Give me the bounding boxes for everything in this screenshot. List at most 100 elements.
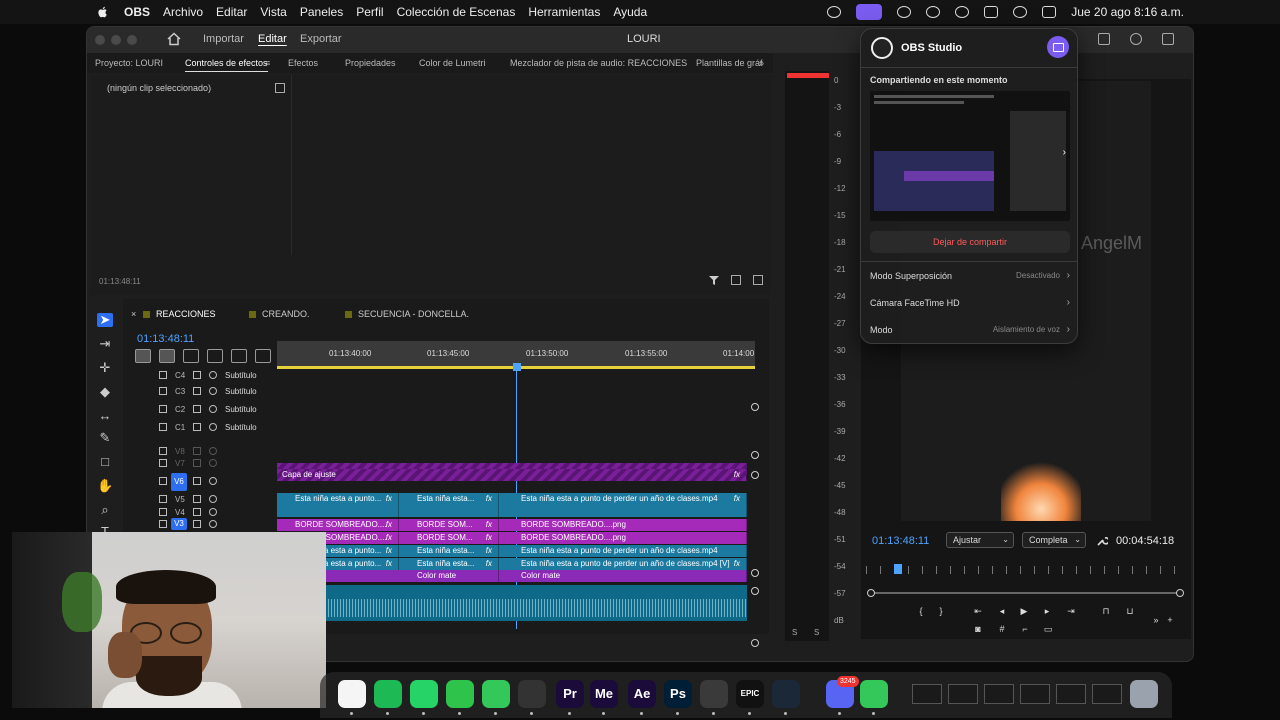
menu-editar[interactable]: Editar <box>216 5 247 19</box>
playhead-handle[interactable] <box>513 363 521 371</box>
sequence-tab-reacciones[interactable]: REACCIONES <box>143 309 216 319</box>
lock-icon[interactable] <box>159 387 167 395</box>
eye-icon[interactable] <box>209 423 217 431</box>
menu-vista[interactable]: Vista <box>260 5 286 19</box>
hand-tool-icon[interactable]: ✋ <box>97 479 113 493</box>
lock-icon[interactable] <box>159 495 167 503</box>
scroll-knob[interactable] <box>751 403 759 411</box>
minimized-window[interactable] <box>1056 684 1086 704</box>
facetime-icon[interactable] <box>446 680 474 708</box>
tab-mezclador-audio[interactable]: Mezclador de pista de audio: REACCIONES <box>510 58 687 68</box>
track-header-c4[interactable]: C4 Subtítulo <box>123 369 257 383</box>
phone-icon[interactable] <box>860 680 888 708</box>
media-encoder-icon[interactable]: Me <box>590 680 618 708</box>
mode-importar[interactable]: Importar <box>203 33 244 45</box>
display-icon[interactable] <box>897 6 912 18</box>
clip-adjustment-layer[interactable]: Capa de ajuste fx <box>277 469 747 481</box>
zoom-handle-left[interactable] <box>867 589 875 597</box>
lock-icon[interactable] <box>159 508 167 516</box>
clip-v1-b[interactable]: Color mate <box>399 570 499 582</box>
track-header-v7[interactable]: V7 <box>123 457 238 471</box>
clip-v2-b[interactable]: Esta niña esta... fx <box>399 558 499 570</box>
wrench-icon[interactable] <box>1096 535 1108 547</box>
eye-icon[interactable] <box>209 371 217 379</box>
add-button-icon[interactable]: + <box>1164 614 1176 626</box>
clip-v5-a[interactable]: BORDE SOMBREADO.... fx <box>277 519 399 531</box>
sync-lock-icon[interactable] <box>193 459 201 467</box>
clip-v3-b[interactable]: Esta niña esta... fx <box>399 545 499 557</box>
sync-lock-icon[interactable] <box>193 495 201 503</box>
close-sequence-icon[interactable]: × <box>131 309 136 319</box>
camera-row[interactable]: Cámara FaceTime HD › <box>870 297 1070 314</box>
epic-games-icon[interactable]: EPIC <box>736 680 764 708</box>
track-header-v5[interactable]: V5 <box>123 493 238 507</box>
timeline-settings-icon[interactable] <box>231 349 247 363</box>
lock-icon[interactable] <box>159 371 167 379</box>
rectangle-tool-icon[interactable]: □ <box>97 455 113 469</box>
track-header-c2[interactable]: C2 Subtítulo <box>123 403 257 417</box>
fullscreen-icon[interactable] <box>1162 33 1174 45</box>
tab-controles-efectos[interactable]: Controles de efectos <box>185 58 268 72</box>
stop-sharing-button[interactable]: Dejar de compartir <box>870 231 1070 253</box>
camera-icon[interactable]: ◙ <box>972 623 984 635</box>
lock-icon[interactable] <box>159 459 167 467</box>
minimized-window[interactable] <box>1092 684 1122 704</box>
captions-icon[interactable] <box>255 349 271 363</box>
menu-paneles[interactable]: Paneles <box>300 5 343 19</box>
sync-lock-icon[interactable] <box>193 477 201 485</box>
whatsapp-icon[interactable] <box>410 680 438 708</box>
menu-perfil[interactable]: Perfil <box>356 5 383 19</box>
tab-propiedades[interactable]: Propiedades <box>345 58 396 68</box>
program-zoom-scroll[interactable] <box>872 592 1180 594</box>
photoshop-icon[interactable]: Ps <box>664 680 692 708</box>
slip-tool-icon[interactable]: ↔ <box>97 409 113 423</box>
battery-icon[interactable] <box>984 6 999 18</box>
control-center-icon[interactable] <box>1042 6 1057 18</box>
sync-lock-icon[interactable] <box>193 423 201 431</box>
tab-efectos[interactable]: Efectos <box>288 58 318 68</box>
obs-icon[interactable] <box>518 680 546 708</box>
menu-archivo[interactable]: Archivo <box>163 5 203 19</box>
clip-v6-b[interactable]: Esta niña esta... fx <box>399 493 499 517</box>
snap-icon[interactable] <box>159 349 175 363</box>
share-preview-thumbnail[interactable]: › <box>870 91 1070 221</box>
timeline-timecode[interactable]: 01:13:48:11 <box>137 333 194 345</box>
scroll-knob[interactable] <box>751 471 759 479</box>
selection-tool-icon[interactable]: ➤ <box>97 313 113 327</box>
clip-v5-c[interactable]: BORDE SOMBREADO....png <box>499 519 747 531</box>
obs-status-icon[interactable] <box>827 6 842 18</box>
program-ruler[interactable] <box>866 556 1182 578</box>
clip-v1-c[interactable]: Color mate <box>499 570 747 582</box>
mic-mode-row[interactable]: Modo Aislamiento de voz › <box>870 324 1070 341</box>
notes-icon[interactable] <box>338 680 366 708</box>
play-icon[interactable]: ▶ <box>1018 605 1030 617</box>
chevron-right-icon[interactable]: › <box>1063 147 1066 158</box>
play-icon[interactable] <box>926 6 941 18</box>
home-icon[interactable] <box>167 32 181 46</box>
overlay-mode-row[interactable]: Modo Superposición Desactivado › <box>870 270 1070 287</box>
more-controls-icon[interactable]: » <box>1150 614 1162 626</box>
comparison-view-icon[interactable]: ▭ <box>1042 623 1054 635</box>
quality-dropdown[interactable]: Completa ⌄ <box>1022 532 1086 548</box>
lock-icon[interactable] <box>159 447 167 455</box>
zoom-window-button[interactable] <box>127 35 137 45</box>
sync-lock-icon[interactable] <box>193 520 201 528</box>
clip-v4-b[interactable]: BORDE SOM... fx <box>399 532 499 544</box>
close-window-button[interactable] <box>95 35 105 45</box>
scroll-knob[interactable] <box>751 639 759 647</box>
lift-icon[interactable]: ⊓ <box>1100 605 1112 617</box>
play-audio-icon[interactable] <box>731 275 741 285</box>
minimized-window[interactable] <box>912 684 942 704</box>
steam-icon[interactable] <box>772 680 800 708</box>
linked-selection-icon[interactable] <box>183 349 199 363</box>
track-header-v6[interactable]: V6 <box>123 473 238 491</box>
safe-margins-icon[interactable]: ⌐ <box>1019 623 1031 635</box>
ripple-edit-tool-icon[interactable]: ✛ <box>97 361 113 375</box>
search-icon[interactable] <box>1013 6 1028 18</box>
apple-icon[interactable] <box>96 5 110 19</box>
lock-icon[interactable] <box>159 405 167 413</box>
eye-icon[interactable] <box>209 477 217 485</box>
program-playhead[interactable] <box>894 564 902 574</box>
premiere-icon[interactable]: Pr <box>556 680 584 708</box>
scroll-knob[interactable] <box>751 569 759 577</box>
